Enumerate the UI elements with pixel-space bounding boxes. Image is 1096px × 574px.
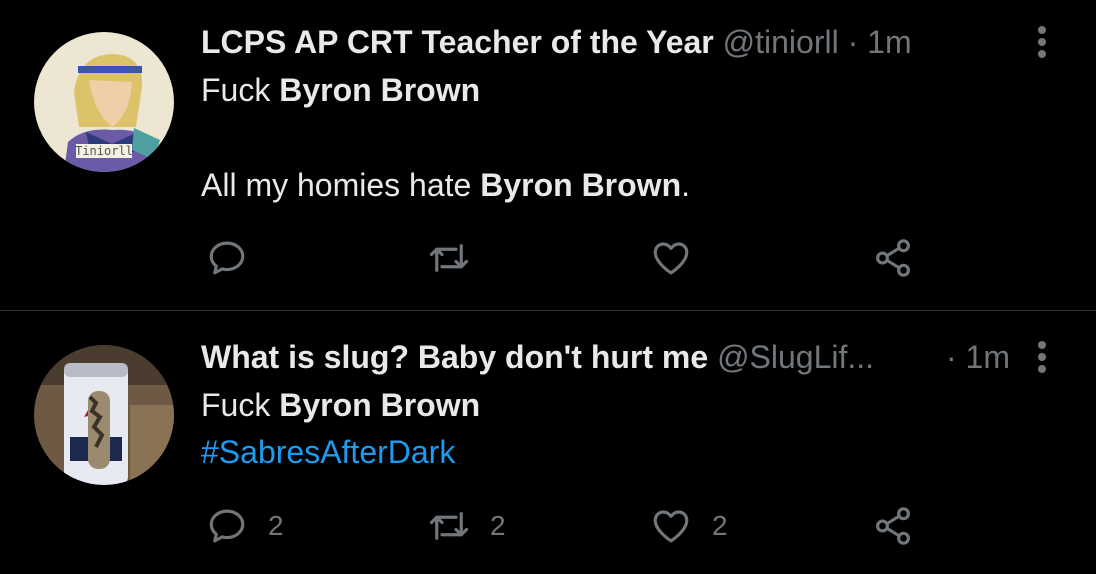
share-icon xyxy=(876,239,910,277)
heart-icon xyxy=(653,510,689,543)
avatar[interactable] xyxy=(34,345,174,485)
like-button[interactable] xyxy=(650,238,692,278)
share-icon xyxy=(876,507,910,545)
more-options-icon[interactable] xyxy=(1030,339,1054,375)
reply-icon xyxy=(209,509,245,543)
timestamp[interactable]: 1m xyxy=(966,339,1010,375)
tweet[interactable]: What is slug? Baby don't hurt me @SlugLi… xyxy=(0,311,1096,574)
retweet-icon xyxy=(429,512,469,540)
share-button[interactable] xyxy=(872,506,914,546)
timestamp[interactable]: 1m xyxy=(867,24,911,60)
more-options-icon[interactable] xyxy=(1030,24,1054,60)
like-count: 2 xyxy=(712,510,728,541)
like-button[interactable]: 2 xyxy=(650,506,728,546)
heart-icon xyxy=(653,242,689,275)
separator-dot: · xyxy=(847,24,859,60)
tweet-text-line: Fuck Byron Brown xyxy=(201,387,481,423)
hashtag-link[interactable]: #SabresAfterDark xyxy=(201,432,455,472)
reply-icon xyxy=(209,241,245,275)
tweet-time: · 1m xyxy=(946,337,1010,377)
retweet-icon xyxy=(429,244,469,272)
retweet-button[interactable] xyxy=(428,238,470,278)
tweet-header: What is slug? Baby don't hurt me @SlugLi… xyxy=(201,337,874,377)
retweet-count: 2 xyxy=(490,510,506,541)
display-name[interactable]: LCPS AP CRT Teacher of the Year xyxy=(201,24,714,60)
mention-bold: Byron Brown xyxy=(279,387,481,423)
avatar[interactable]: Tiniorll xyxy=(34,32,174,172)
avatar-label: Tiniorll xyxy=(75,144,133,158)
handle[interactable]: @tiniorll xyxy=(723,24,839,60)
tweet-text-line: Fuck Byron Brown xyxy=(201,72,481,108)
display-name[interactable]: What is slug? Baby don't hurt me xyxy=(201,339,708,375)
tweet[interactable]: Tiniorll LCPS AP CRT Teacher of the Year… xyxy=(0,0,1096,310)
reply-count: 2 xyxy=(268,510,284,541)
tweet-header: LCPS AP CRT Teacher of the Year @tiniorl… xyxy=(201,22,912,62)
handle[interactable]: @SlugLif... xyxy=(717,339,874,375)
separator-dot: · xyxy=(946,339,957,375)
tweet-text-line: All my homies hate Byron Brown. xyxy=(201,167,690,203)
mention-bold: Byron Brown xyxy=(480,167,682,203)
share-button[interactable] xyxy=(872,238,914,278)
retweet-button[interactable]: 2 xyxy=(428,506,506,546)
reply-button[interactable] xyxy=(206,238,248,278)
mention-bold: Byron Brown xyxy=(279,72,481,108)
reply-button[interactable]: 2 xyxy=(206,506,284,546)
